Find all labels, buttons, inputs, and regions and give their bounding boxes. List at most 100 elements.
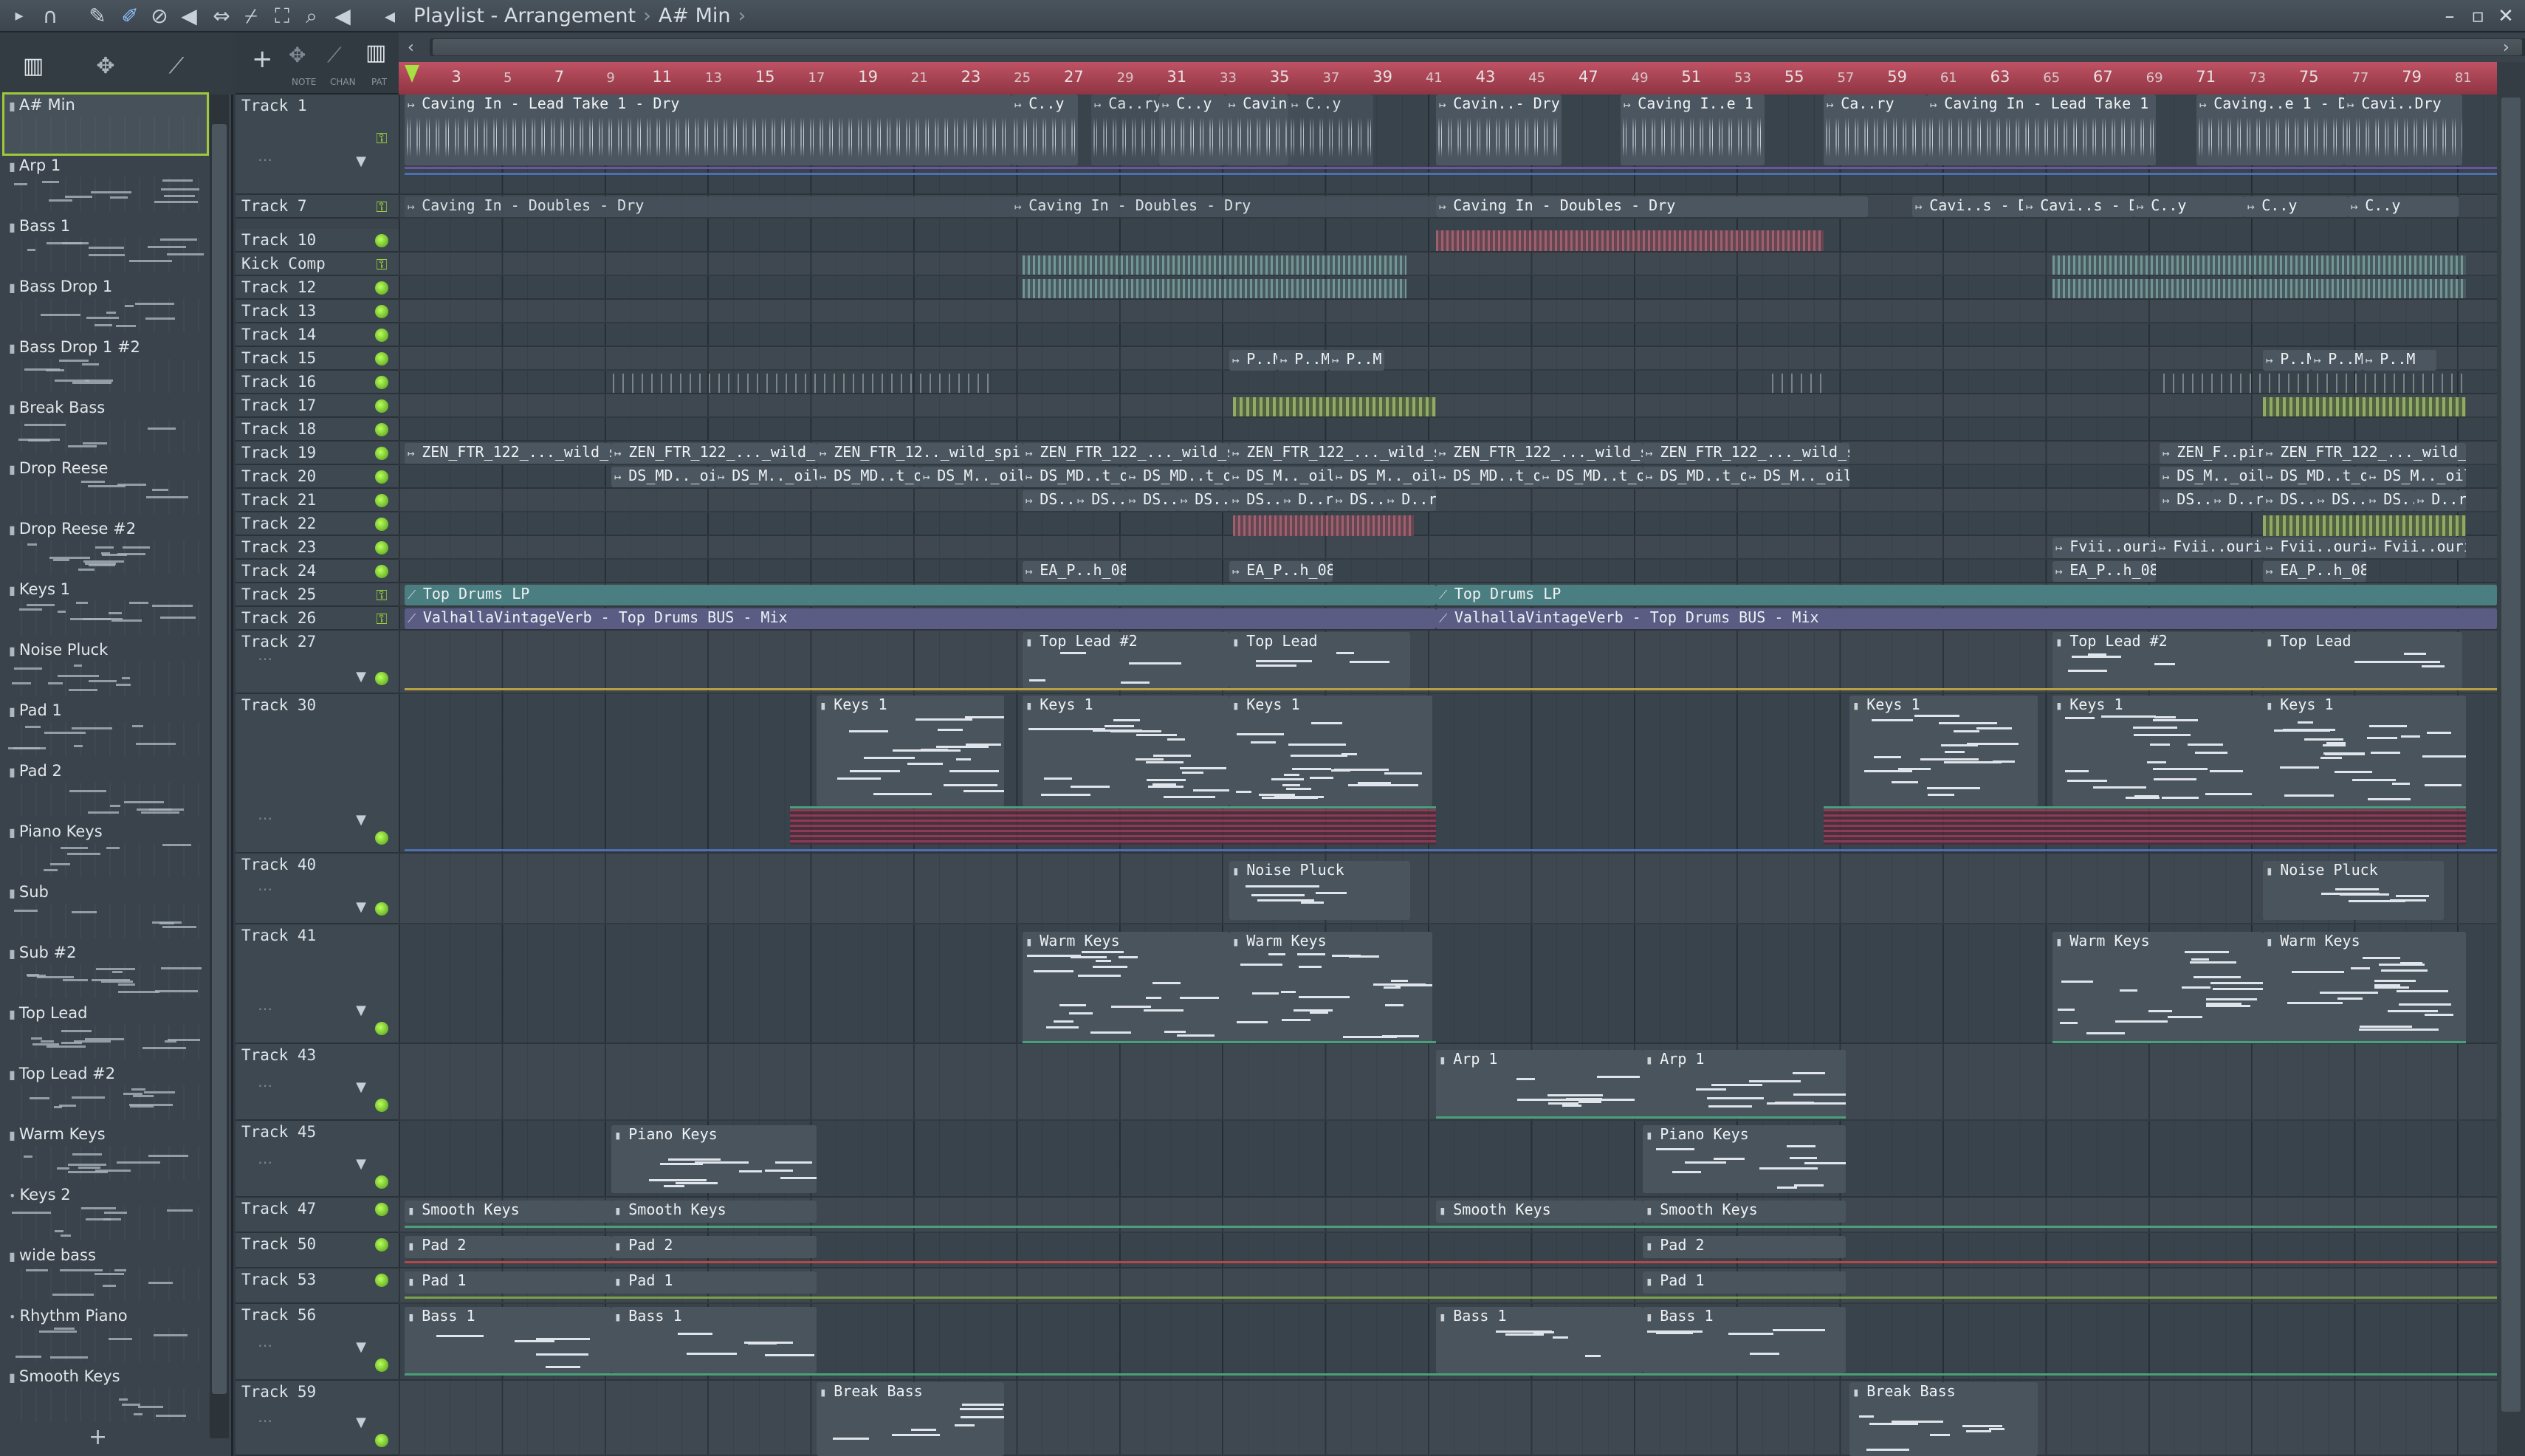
- audio-clip[interactable]: DS_M.._oil: [2160, 467, 2263, 487]
- pattern-item[interactable]: Bass Drop 1 #2: [4, 337, 207, 396]
- audio-clip[interactable]: DS_MD..t_oil: [817, 467, 920, 487]
- audio-clip[interactable]: Caving I..e 1 - Dry: [1621, 95, 1765, 165]
- track-name[interactable]: Track 20: [241, 467, 316, 485]
- audio-clip[interactable]: C..y: [2348, 196, 2459, 217]
- automation-clip[interactable]: Top Drums LP: [405, 585, 1436, 605]
- audio-clip[interactable]: P..M: [2311, 350, 2363, 371]
- brush-icon[interactable]: ✐: [117, 3, 143, 30]
- hatched-clip[interactable]: [613, 374, 997, 393]
- playlist-grid[interactable]: Caving In - Lead Take 1 - DryC..yCa..ryC…: [399, 95, 2497, 1456]
- track-name[interactable]: Track 53: [241, 1271, 316, 1288]
- track-header[interactable]: Track 7 ⚿: [236, 195, 399, 219]
- pattern-icon[interactable]: ⟋: [158, 52, 195, 81]
- track-name[interactable]: Track 23: [241, 538, 316, 556]
- zoom-icon[interactable]: ⌕: [298, 3, 325, 30]
- hatched-clip[interactable]: [2163, 374, 2466, 393]
- track-header[interactable]: Track 14: [236, 323, 399, 347]
- track-enable-led[interactable]: [375, 672, 388, 685]
- pattern-clip[interactable]: Keys 1: [2263, 696, 2466, 806]
- delete-icon[interactable]: ⊘: [146, 3, 173, 30]
- pattern-clip[interactable]: Piano Keys: [1643, 1125, 1846, 1193]
- audio-clip[interactable]: DS_M.._oil: [920, 467, 1023, 487]
- chan-icon[interactable]: ⟋: [327, 43, 342, 68]
- audio-clip[interactable]: DS..r: [2263, 490, 2315, 511]
- pattern-clip[interactable]: Piano Keys: [611, 1125, 817, 1193]
- pattern-clip[interactable]: Pad 2: [1643, 1236, 1846, 1258]
- audio-clip[interactable]: Cavi..Dry: [2344, 95, 2462, 165]
- scroll-left-icon[interactable]: ‹: [408, 38, 414, 57]
- collapse-arrow-icon[interactable]: ▼: [356, 899, 366, 915]
- pattern-clip[interactable]: Smooth Keys: [1436, 1201, 1643, 1223]
- track-enable-led[interactable]: [375, 902, 388, 916]
- audio-clip[interactable]: Caving In - Doubles - Dry: [1011, 196, 1436, 217]
- pattern-clip[interactable]: Keys 1: [817, 696, 1004, 806]
- track-name[interactable]: Track 27: [241, 633, 316, 650]
- track-header[interactable]: Track 59 ▼ ⋯: [236, 1381, 399, 1456]
- collapse-arrow-icon[interactable]: ▼: [356, 669, 366, 684]
- track-enable-led[interactable]: [375, 518, 388, 531]
- audio-clip[interactable]: Caving In - Lead Take 1 - Dry: [1927, 95, 2156, 165]
- speaker-icon[interactable]: ◂: [377, 3, 403, 30]
- audio-clip[interactable]: DS..r: [1126, 490, 1178, 511]
- track-name[interactable]: Track 59: [241, 1383, 316, 1401]
- audio-clip[interactable]: Caving..e 1 - Dry: [2196, 95, 2344, 165]
- track-enable-led[interactable]: [375, 447, 388, 460]
- note-icon[interactable]: ✥: [289, 43, 306, 67]
- audio-clip[interactable]: EA_P..h_08: [1229, 561, 1333, 582]
- pattern-item[interactable]: Top Lead #2: [4, 1063, 207, 1122]
- close-icon[interactable]: ✕: [2491, 1, 2521, 31]
- maximize-icon[interactable]: ▫: [2463, 1, 2493, 31]
- pattern-item[interactable]: Warm Keys: [4, 1124, 207, 1183]
- track-name[interactable]: Track 14: [241, 326, 316, 343]
- title-pattern[interactable]: A# Min: [659, 4, 731, 27]
- audio-clip[interactable]: C..y: [2244, 196, 2348, 217]
- track-name[interactable]: Track 24: [241, 562, 316, 580]
- audio-clip[interactable]: ZEN_FTR_122_..._wild_spirit: [1643, 443, 1849, 464]
- audio-clip[interactable]: DS..r: [1229, 490, 1281, 511]
- track-name[interactable]: Track 26: [241, 609, 316, 627]
- pattern-item[interactable]: Top Lead: [4, 1003, 207, 1062]
- audio-clip[interactable]: DS_M.._oil: [715, 467, 817, 487]
- audio-clip[interactable]: Cavi..s - Dry: [1912, 196, 2023, 217]
- pattern-clip[interactable]: Top Lead: [2263, 632, 2462, 688]
- play-arrow-icon[interactable]: ▸: [6, 3, 32, 30]
- pattern-item[interactable]: Bass 1: [4, 216, 207, 275]
- audio-clip[interactable]: Cavin..- Dry: [1226, 95, 1288, 165]
- chan-icon[interactable]: ✥: [87, 52, 124, 81]
- automation-clip[interactable]: Top Drums LP: [1436, 585, 2497, 605]
- pattern-item[interactable]: Keys 2: [4, 1184, 207, 1243]
- pattern-clip[interactable]: Arp 1: [1643, 1050, 1846, 1118]
- track-name[interactable]: Track 1: [241, 97, 307, 114]
- hatched-clip[interactable]: [1023, 279, 1406, 298]
- track-name[interactable]: Track 41: [241, 927, 316, 944]
- audio-clip[interactable]: D..r: [2414, 490, 2466, 511]
- pattern-item[interactable]: Pad 2: [4, 760, 207, 820]
- track-enable-led[interactable]: [375, 399, 388, 413]
- lock-icon[interactable]: ⚿: [374, 256, 390, 272]
- vertical-scroll-thumb[interactable]: [2501, 97, 2521, 1412]
- track-enable-led[interactable]: [375, 1175, 388, 1189]
- audio-clip[interactable]: ZEN_FTR_122_..._wild_spirit: [2263, 443, 2466, 464]
- pattern-clip[interactable]: Break Bass: [817, 1382, 1004, 1456]
- track-enable-led[interactable]: [375, 565, 388, 578]
- audio-clip[interactable]: Caving In - Doubles - Dry: [405, 196, 1011, 217]
- pattern-clip[interactable]: Noise Pluck: [2263, 861, 2444, 920]
- pat-icon[interactable]: ▥: [365, 40, 386, 66]
- track-enable-led[interactable]: [375, 234, 388, 247]
- track-name[interactable]: Track 22: [241, 515, 316, 532]
- track-header[interactable]: Track 47: [236, 1198, 399, 1233]
- pattern-clip[interactable]: Warm Keys: [2052, 932, 2263, 1043]
- audio-clip[interactable]: EA_P..h_08: [2263, 561, 2366, 582]
- track-enable-led[interactable]: [375, 1022, 388, 1035]
- audio-clip[interactable]: DS..r: [1333, 490, 1384, 511]
- pattern-clip[interactable]: Smooth Keys: [611, 1201, 817, 1223]
- hatched-clip[interactable]: [2052, 255, 2466, 275]
- hatched-clip[interactable]: [2052, 279, 2466, 298]
- track-enable-led[interactable]: [375, 494, 388, 507]
- pattern-item[interactable]: Noise Pluck: [4, 639, 207, 698]
- audio-clip[interactable]: Fvii..ourine: [2156, 538, 2263, 558]
- piano-icon[interactable]: ▥: [15, 52, 52, 81]
- pattern-clip[interactable]: Bass 1: [611, 1307, 817, 1373]
- browser-scroll-thumb[interactable]: [212, 124, 227, 1394]
- pattern-clip[interactable]: Bass 1: [1643, 1307, 1846, 1373]
